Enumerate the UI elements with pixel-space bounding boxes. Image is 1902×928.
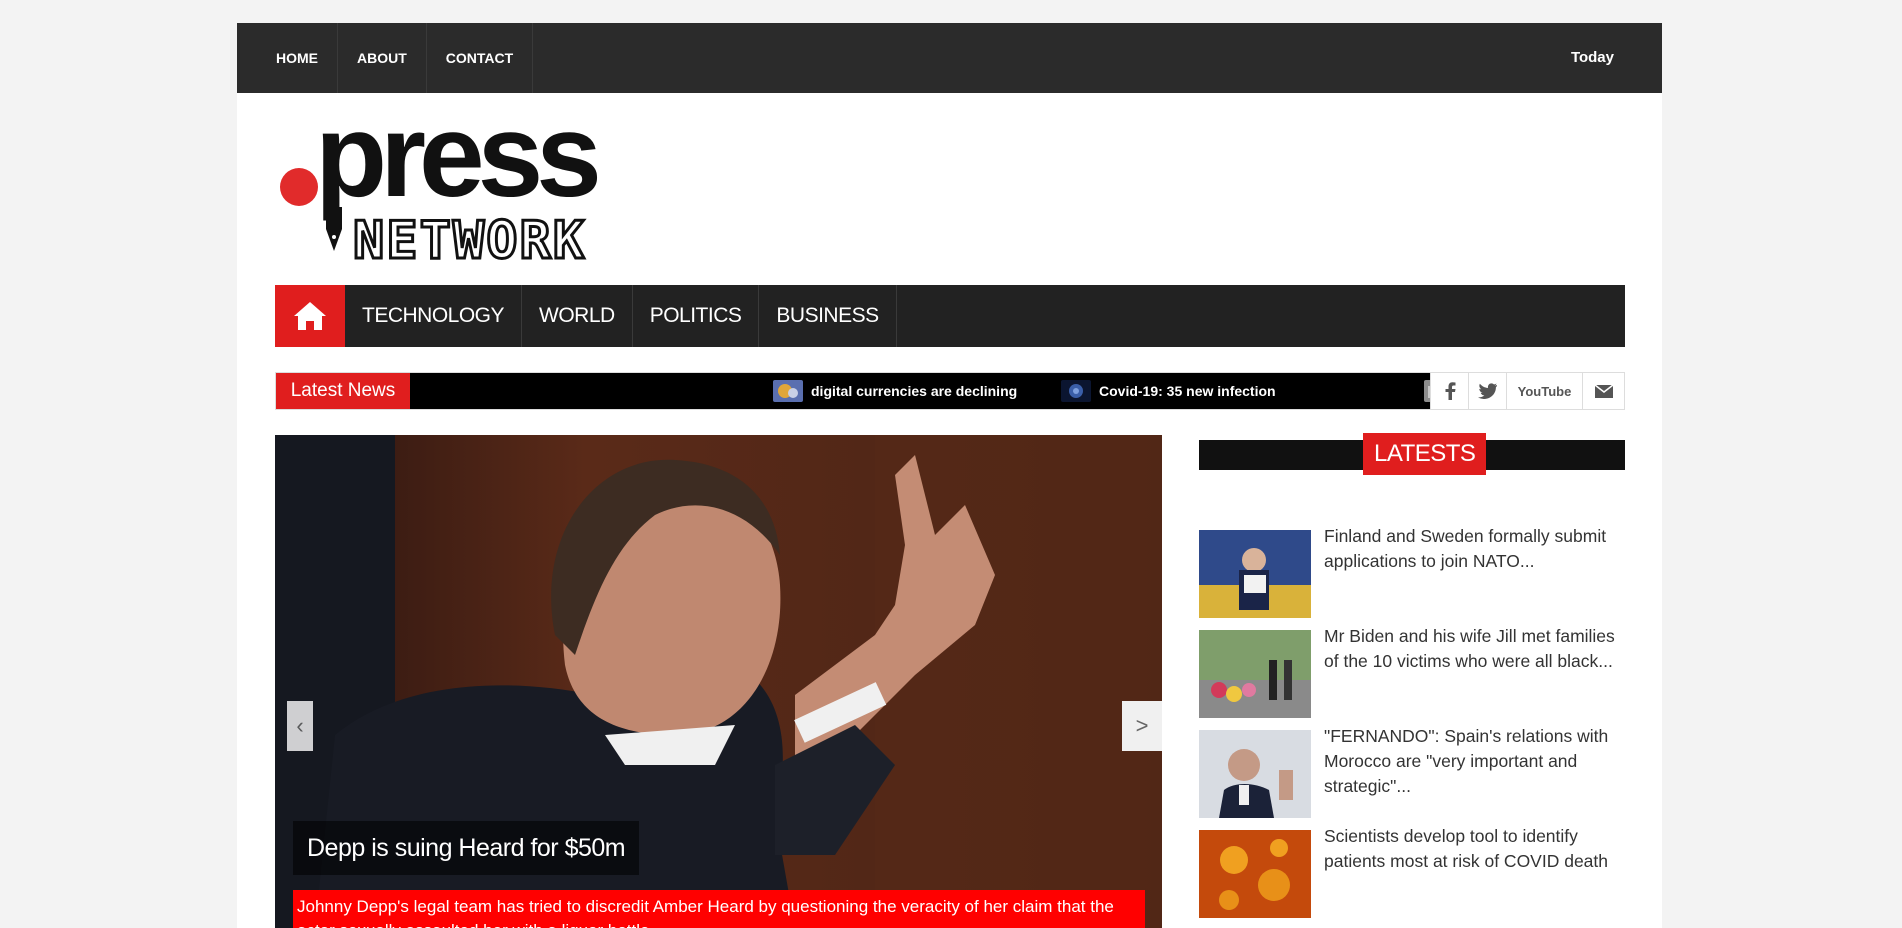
ticker-item[interactable]: digital currencies are declining [773, 373, 1017, 409]
post-thumbnail [1199, 530, 1311, 618]
post-title[interactable]: Mr Biden and his wife Jill met families … [1324, 624, 1624, 674]
today-label: Today [1570, 49, 1614, 66]
hero-slider[interactable]: ‹ > Depp is suing Heard for $50m Johnny … [275, 435, 1162, 928]
post-thumbnail [1199, 730, 1311, 818]
ticker-items: digital currencies are declining Covid-1… [410, 373, 1455, 409]
facebook-icon[interactable] [1430, 373, 1468, 409]
sidebar-post[interactable]: Finland and Sweden formally submit appli… [1199, 526, 1625, 620]
top-links: HOME ABOUT CONTACT [257, 23, 534, 93]
nav-item-business[interactable]: BUSINESS [759, 285, 897, 347]
nav-home-button[interactable] [275, 285, 345, 347]
sidebar-heading: LATESTS [1199, 433, 1625, 475]
top-link-about[interactable]: ABOUT [338, 23, 427, 93]
news-ticker: Latest News digital currencies are decli… [275, 372, 1625, 410]
slider-next-button[interactable]: > [1122, 701, 1162, 751]
nav-item-world[interactable]: WORLD [522, 285, 633, 347]
post-title[interactable]: Finland and Sweden formally submit appli… [1324, 524, 1624, 574]
home-icon [294, 302, 326, 330]
post-thumbnail [1199, 830, 1311, 918]
top-link-contact[interactable]: CONTACT [427, 23, 534, 93]
post-title[interactable]: "FERNANDO": Spain's relations with Moroc… [1324, 724, 1624, 799]
post-thumbnail [1199, 630, 1311, 718]
logo-word-press: press [315, 90, 602, 222]
sidebar-post[interactable]: Mr Biden and his wife Jill met families … [1199, 626, 1625, 720]
ticker-item[interactable]: Covid-19: 35 new infection [1061, 373, 1276, 409]
sidebar-heading-label: LATESTS [1363, 433, 1487, 475]
slider-prev-button[interactable]: ‹ [287, 701, 313, 751]
category-nav: TECHNOLOGY WORLD POLITICS BUSINESS [275, 285, 1625, 347]
hero-title[interactable]: Depp is suing Heard for $50m [293, 821, 640, 875]
logo-word-network: NETWORK [351, 211, 587, 271]
hero-description: Johnny Depp's legal team has tried to di… [293, 890, 1145, 928]
youtube-icon[interactable]: YouTube [1506, 373, 1582, 409]
social-links: YouTube [1430, 373, 1624, 409]
sidebar-post[interactable]: "FERNANDO": Spain's relations with Moroc… [1199, 726, 1625, 820]
sidebar-post[interactable]: Scientists develop tool to identify pati… [1199, 826, 1625, 920]
ticker-label: Latest News [276, 373, 410, 409]
logo-dot [280, 168, 318, 206]
page-container: HOME ABOUT CONTACT Today press NETWORK T… [237, 23, 1662, 928]
ticker-item-text: Covid-19: 35 new infection [1099, 383, 1276, 399]
ticker-thumb [1061, 380, 1091, 402]
post-title[interactable]: Scientists develop tool to identify pati… [1324, 824, 1624, 874]
pen-nib-icon [326, 207, 342, 251]
ticker-item-text: digital currencies are declining [811, 383, 1018, 399]
latest-sidebar: LATESTS Finland and Sweden formally subm… [1199, 433, 1625, 918]
youtube-label: YouTube [1517, 383, 1572, 399]
top-link-home[interactable]: HOME [257, 23, 338, 93]
email-icon[interactable] [1582, 373, 1624, 409]
twitter-icon[interactable] [1468, 373, 1506, 409]
top-bar: HOME ABOUT CONTACT Today [237, 23, 1662, 93]
ticker-thumb [773, 380, 803, 402]
nav-item-politics[interactable]: POLITICS [633, 285, 760, 347]
nav-item-technology[interactable]: TECHNOLOGY [345, 285, 523, 347]
site-logo[interactable]: press NETWORK [275, 97, 685, 281]
